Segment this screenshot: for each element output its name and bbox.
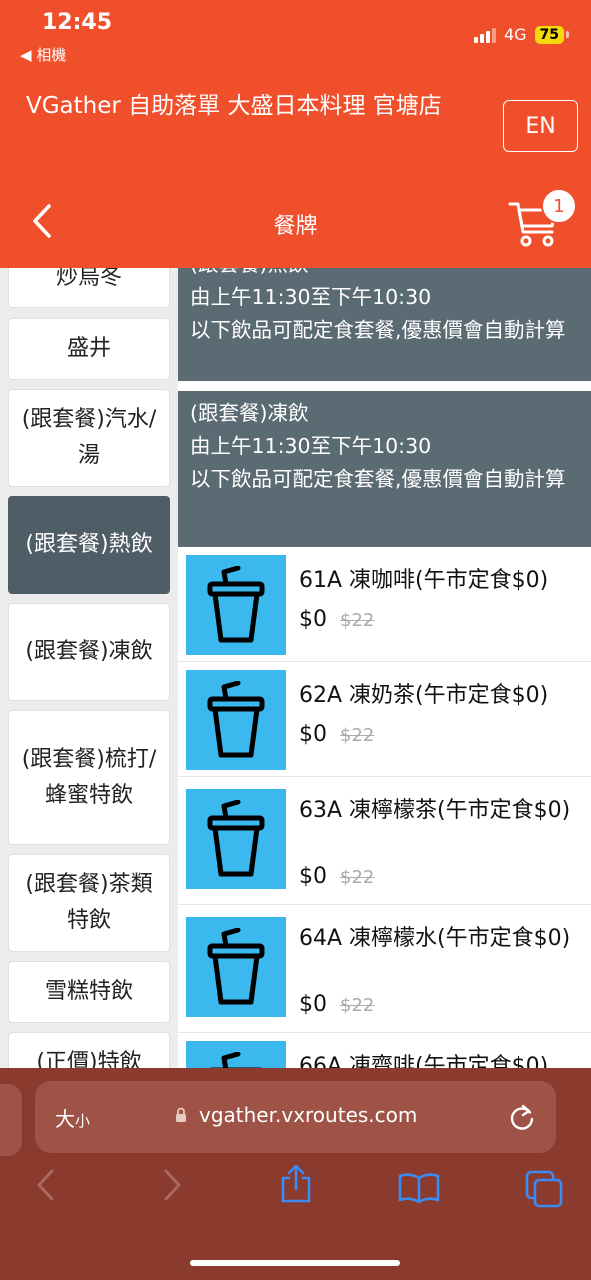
drink-cup-icon [186, 1041, 286, 1068]
category-item[interactable]: (跟套餐)汽水/湯 [8, 389, 170, 487]
item-old-price: $22 [340, 867, 375, 888]
info-note: 以下飲品可配定食套餐,優惠價會自動計算 [190, 318, 566, 342]
item-price: $0 [299, 722, 327, 747]
battery-tip [566, 31, 569, 38]
category-item[interactable]: (跟套餐)凍飲 [8, 603, 170, 701]
status-indicators: 4G 75 [473, 25, 569, 44]
back-to-app-link[interactable]: ◀ 相機 [20, 44, 66, 65]
info-title: (跟套餐)熱飲 [190, 268, 581, 281]
browser-toolbar: 大小 vgather.vxroutes.com [0, 1068, 591, 1280]
home-indicator [190, 1260, 400, 1266]
price-row: $0 $22 [299, 992, 374, 1017]
price-row: $0 $22 [299, 722, 374, 747]
item-price: $0 [299, 607, 327, 632]
back-nav-icon[interactable] [35, 1168, 55, 1206]
text-size-small: 小 [75, 1112, 91, 1130]
category-sidebar[interactable]: 炒烏冬 盛井 (跟套餐)汽水/湯 (跟套餐)熱飲 (跟套餐)凍飲 (跟套餐)梳打… [0, 268, 178, 1068]
item-price: $0 [299, 992, 327, 1017]
menu-content: (跟套餐)熱飲 由上午11:30至下午10:30 以下飲品可配定食套餐,優惠價會… [178, 268, 591, 1068]
item-name: 64A 凍檸檬水(午市定食$0) [299, 926, 571, 951]
item-name: 66A 凍齋啡(午市定食$0) [299, 1054, 549, 1068]
item-name: 63A 凍檸檬茶(午市定食$0) [299, 798, 571, 823]
item-name: 61A 凍咖啡(午市定食$0) [299, 568, 549, 593]
share-icon[interactable] [279, 1164, 313, 1208]
text-size-large: 大 [55, 1107, 75, 1131]
price-row: $0 $22 [299, 607, 374, 632]
drink-cup-icon [186, 670, 286, 770]
lock-icon [175, 1107, 187, 1127]
info-time: 由上午11:30至下午10:30 [190, 434, 432, 458]
tabs-icon[interactable] [525, 1170, 563, 1212]
drink-cup-icon [186, 917, 286, 1017]
url-text: vgather.vxroutes.com [199, 1103, 418, 1127]
battery-icon: 75 [534, 25, 564, 44]
bookmarks-icon[interactable] [398, 1172, 440, 1208]
menu-item[interactable]: 64A 凍檸檬水(午市定食$0) $0 $22 [178, 905, 591, 1033]
app-header: 12:45 ◀ 相機 4G 75 VGather 自助落單 大盛日本料理 官塘店… [0, 0, 591, 268]
network-label: 4G [503, 25, 527, 44]
item-price: $0 [299, 864, 327, 889]
category-item[interactable]: (跟套餐)茶類特飲 [8, 854, 170, 952]
category-item-active[interactable]: (跟套餐)熱飲 [8, 496, 170, 594]
price-row: $0 $22 [299, 864, 374, 889]
menu-item[interactable]: 66A 凍齋啡(午市定食$0) [178, 1033, 591, 1068]
menu-item[interactable]: 63A 凍檸檬茶(午市定食$0) $0 $22 [178, 777, 591, 905]
menu-item[interactable]: 61A 凍咖啡(午市定食$0) $0 $22 [178, 547, 591, 662]
category-item[interactable]: (跟套餐)梳打/蜂蜜特飲 [8, 710, 170, 845]
category-item[interactable]: (正價)特飲 [8, 1032, 170, 1068]
back-arrow-icon[interactable] [30, 203, 54, 243]
category-item[interactable]: 炒烏冬 [8, 268, 170, 308]
cart-count-badge[interactable]: 1 [541, 188, 577, 224]
reload-icon[interactable] [509, 1103, 535, 1135]
drink-cup-icon [186, 555, 286, 655]
drink-cup-icon [186, 789, 286, 889]
status-time: 12:45 [42, 10, 113, 35]
menu-main: 炒烏冬 盛井 (跟套餐)汽水/湯 (跟套餐)熱飲 (跟套餐)凍飲 (跟套餐)梳打… [0, 268, 591, 1068]
menu-item[interactable]: 62A 凍奶茶(午市定食$0) $0 $22 [178, 662, 591, 777]
item-name: 62A 凍奶茶(午市定食$0) [299, 683, 549, 708]
category-item[interactable]: 盛井 [8, 318, 170, 380]
item-old-price: $22 [340, 725, 375, 746]
item-old-price: $22 [340, 995, 375, 1016]
signal-icon [473, 27, 496, 43]
shop-title: VGather 自助落單 大盛日本料理 官塘店 [26, 93, 442, 119]
category-info-box: (跟套餐)熱飲 由上午11:30至下午10:30 以下飲品可配定食套餐,優惠價會… [178, 268, 591, 381]
address-bar[interactable]: 大小 vgather.vxroutes.com [35, 1081, 556, 1153]
category-item[interactable]: 雪糕特飲 [8, 961, 170, 1023]
previous-tab-pill[interactable] [0, 1084, 22, 1156]
info-time: 由上午11:30至下午10:30 [190, 285, 432, 309]
page-title: 餐牌 [273, 214, 318, 239]
category-info-box: (跟套餐)凍飲 由上午11:30至下午10:30 以下飲品可配定食套餐,優惠價會… [178, 391, 591, 547]
item-old-price: $22 [340, 610, 375, 631]
text-size-button[interactable]: 大小 [55, 1103, 90, 1132]
forward-nav-icon[interactable] [163, 1168, 183, 1206]
info-note: 以下飲品可配定食套餐,優惠價會自動計算 [190, 467, 566, 491]
info-title: (跟套餐)凍飲 [190, 401, 309, 425]
language-button[interactable]: EN [503, 100, 578, 152]
